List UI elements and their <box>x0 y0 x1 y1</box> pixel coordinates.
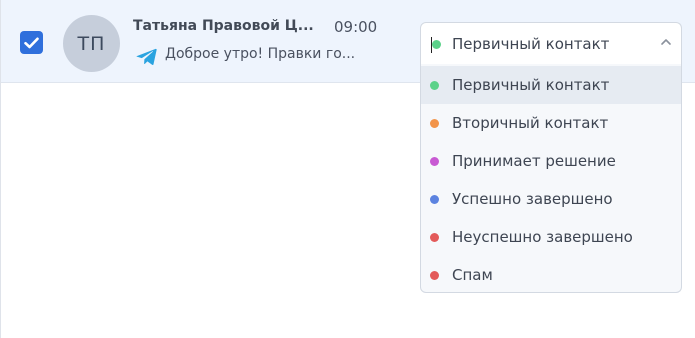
status-option-label: Неуспешно завершено <box>452 228 633 246</box>
status-option-label: Первичный контакт <box>452 76 610 94</box>
status-option-label: Спам <box>452 266 493 284</box>
status-color-dot <box>430 195 439 204</box>
status-option-failed[interactable]: Неуспешно завершено <box>421 218 681 256</box>
status-color-dot <box>430 157 439 166</box>
telegram-icon <box>136 48 157 65</box>
message-time: 09:00 <box>334 18 378 36</box>
status-color-dot <box>430 119 439 128</box>
status-color-dot <box>430 233 439 242</box>
status-option-secondary-contact[interactable]: Вторичный контакт <box>421 104 681 142</box>
avatar[interactable]: ТП <box>63 15 120 72</box>
status-select-value: Первичный контакт <box>452 35 610 53</box>
row-checkbox[interactable] <box>20 31 43 54</box>
checkmark-icon <box>24 37 39 48</box>
status-select[interactable]: Первичный контакт <box>420 22 682 64</box>
chevron-up-icon[interactable] <box>659 35 673 49</box>
status-color-dot <box>432 40 441 49</box>
status-option-label: Вторичный контакт <box>452 114 609 132</box>
message-preview: Доброе утро! Правки го... <box>165 46 356 62</box>
status-dropdown-menu: Первичный контакт Вторичный контакт Прин… <box>420 64 682 293</box>
status-option-success[interactable]: Успешно завершено <box>421 180 681 218</box>
status-option-primary-contact[interactable]: Первичный контакт <box>421 66 681 104</box>
status-option-label: Принимает решение <box>452 152 616 170</box>
status-option-making-decision[interactable]: Принимает решение <box>421 142 681 180</box>
avatar-initials: ТП <box>77 32 106 55</box>
status-option-spam[interactable]: Спам <box>421 256 681 292</box>
status-option-label: Успешно завершено <box>452 190 613 208</box>
status-color-dot <box>430 81 439 90</box>
status-color-dot <box>430 271 439 280</box>
contact-name: Татьяна Правовой Ц... <box>133 18 314 34</box>
